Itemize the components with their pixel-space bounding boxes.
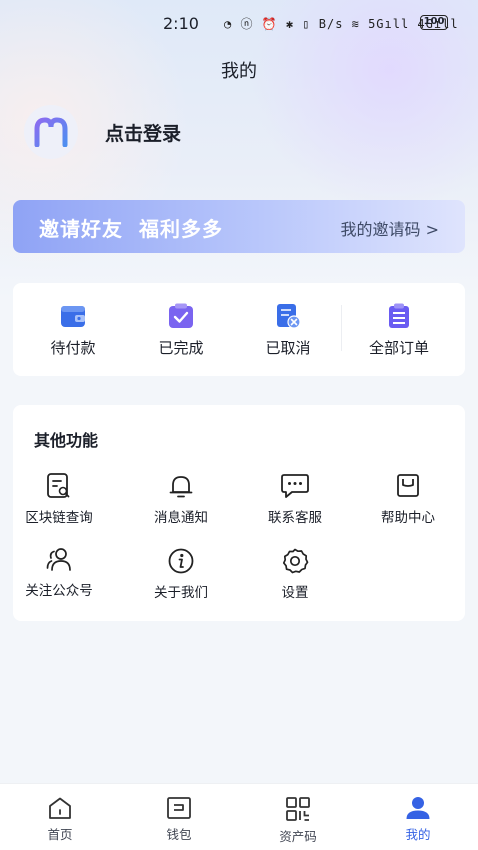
feature-label: 设置 — [281, 585, 309, 601]
status-time: 2:10 — [163, 14, 199, 33]
feature-blockchain-query[interactable]: 区块链查询 — [9, 472, 109, 526]
order-completed[interactable]: 已完成 — [136, 303, 226, 358]
help-book-icon — [397, 474, 419, 497]
tab-mine[interactable]: 我的 — [383, 796, 453, 843]
feature-label: 联系客服 — [268, 510, 322, 526]
feature-settings[interactable]: 设置 — [245, 547, 345, 601]
avatar[interactable] — [24, 105, 78, 159]
order-pending-payment[interactable]: 待付款 — [28, 303, 118, 358]
my-invite-code-link[interactable]: 我的邀请码 > — [341, 216, 440, 240]
tab-label: 首页 — [47, 827, 73, 842]
bell-icon — [169, 476, 193, 498]
invite-slogan-part1: 邀请好友 — [39, 217, 123, 241]
check-clipboard-icon — [169, 303, 193, 328]
wallet-tab-icon — [167, 797, 191, 819]
features-title: 其他功能 — [34, 431, 99, 450]
bottom-tab-bar: 首页 钱包 资产码 我的 — [0, 783, 478, 850]
login-link[interactable]: 点击登录 — [105, 119, 181, 146]
order-label: 待付款 — [50, 339, 96, 357]
feature-follow-account[interactable]: 关注公众号 — [9, 547, 109, 599]
features-card: 其他功能 区块链查询 消息通知 联系客服 帮助中心 关注公众号 关于我们 设置 — [13, 405, 465, 621]
qr-code-icon — [286, 797, 310, 821]
order-cancelled[interactable]: 已取消 — [243, 303, 333, 358]
feature-label: 关于我们 — [154, 585, 208, 601]
feature-label: 关注公众号 — [25, 583, 93, 599]
info-icon — [168, 548, 194, 574]
gear-icon — [282, 548, 309, 574]
battery-icon: 100 — [420, 15, 448, 30]
status-bar: 2:10 ◔ ⓝ ⏰ ✱ ▯ B/s ≋ 5Gıll 4Gıll 100 — [0, 12, 478, 36]
tab-asset-code[interactable]: 资产码 — [263, 796, 333, 845]
feature-label: 区块链查询 — [25, 510, 93, 526]
feature-help-center[interactable]: 帮助中心 — [358, 472, 458, 526]
feature-label: 帮助中心 — [381, 510, 435, 526]
feature-notifications[interactable]: 消息通知 — [131, 472, 231, 526]
invite-banner[interactable]: 邀请好友 福利多多 我的邀请码 > — [13, 200, 465, 253]
user-icon — [406, 797, 430, 819]
home-icon — [49, 797, 71, 819]
order-label: 已取消 — [265, 339, 311, 357]
tab-label: 钱包 — [166, 827, 192, 842]
feature-customer-service[interactable]: 联系客服 — [245, 472, 345, 526]
chat-icon — [281, 474, 309, 498]
brand-m-logo-icon — [34, 117, 68, 147]
blockchain-search-icon — [47, 473, 70, 498]
order-label: 全部订单 — [368, 339, 429, 357]
tab-label: 我的 — [405, 827, 431, 842]
cancel-doc-icon — [277, 304, 301, 329]
orders-card: 待付款 已完成 已取消 全部订单 — [13, 283, 465, 376]
tab-label: 资产码 — [279, 829, 317, 844]
feature-label: 消息通知 — [154, 510, 208, 526]
invite-slogan-part2: 福利多多 — [139, 217, 223, 241]
profile-section[interactable]: 点击登录 — [24, 105, 181, 159]
tab-wallet[interactable]: 钱包 — [144, 796, 214, 843]
clipboard-list-icon — [389, 303, 409, 328]
order-all[interactable]: 全部订单 — [354, 303, 444, 358]
orders-divider — [341, 305, 342, 351]
feature-about-us[interactable]: 关于我们 — [131, 547, 231, 601]
order-label: 已完成 — [158, 339, 204, 357]
invite-slogan: 邀请好友 福利多多 — [39, 213, 223, 242]
page-title: 我的 — [221, 61, 257, 82]
tab-home[interactable]: 首页 — [25, 796, 95, 843]
users-icon — [46, 548, 71, 571]
wallet-icon — [61, 306, 85, 327]
